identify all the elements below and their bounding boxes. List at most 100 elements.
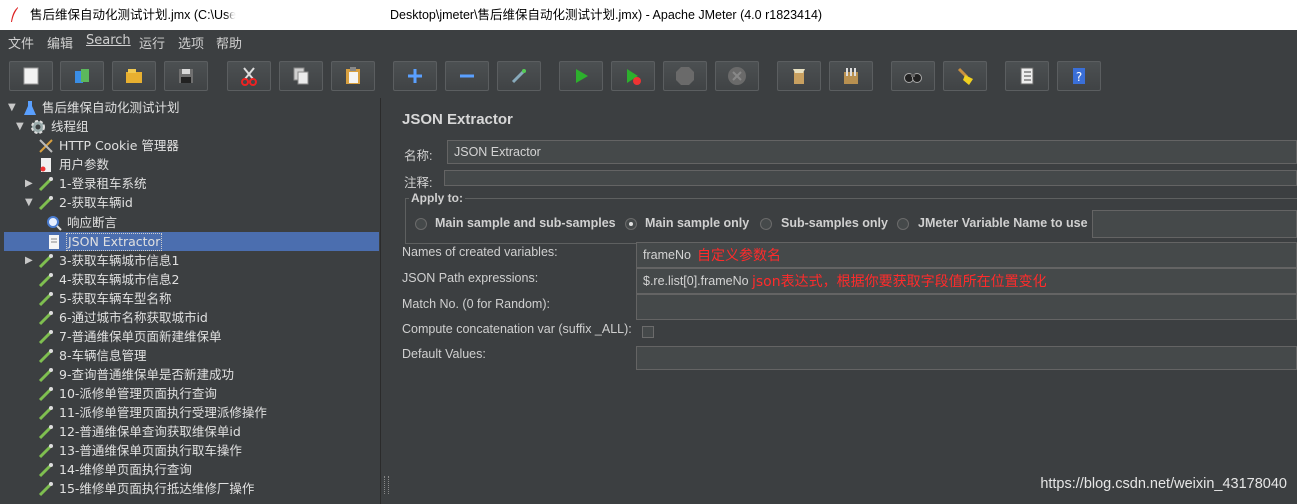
toggle-button[interactable]: [497, 61, 541, 91]
concat-checkbox[interactable]: [642, 326, 654, 338]
copy-button[interactable]: [279, 61, 323, 91]
radio-variable-name-label[interactable]: JMeter Variable Name to use: [918, 216, 1088, 230]
tree-node-sampler-6[interactable]: 6-通过城市名称获取城市id: [0, 308, 370, 327]
redacted-path: [236, 6, 394, 24]
sampler-pipette-icon: [38, 444, 53, 459]
menu-help[interactable]: 帮助: [216, 33, 242, 52]
path-value: $.re.list[0].frameNo: [643, 274, 749, 288]
save-button[interactable]: [164, 61, 208, 91]
new-icon: [21, 66, 41, 86]
tree-node-sampler-9[interactable]: 9-查询普通维保单是否新建成功: [0, 365, 370, 384]
tree-node-user-params[interactable]: 用户参数: [0, 155, 370, 174]
tree-node-sampler-3[interactable]: ▶ 3-获取车辆城市信息1: [0, 251, 370, 270]
open-icon: [124, 66, 144, 86]
menu-options[interactable]: 选项: [178, 33, 204, 52]
cookie-manager-icon: [39, 139, 53, 153]
menu-edit[interactable]: 编辑: [47, 33, 73, 52]
window-title-left: 售后维保自动化测试计划.jmx (C:\User: [30, 8, 241, 22]
cut-button[interactable]: [227, 61, 271, 91]
open-button[interactable]: [112, 61, 156, 91]
reset-search-button[interactable]: [943, 61, 987, 91]
name-field[interactable]: JSON Extractor: [447, 140, 1297, 164]
new-button[interactable]: [9, 61, 53, 91]
expand-icon: [405, 66, 425, 86]
tree-node-sampler-14[interactable]: 14-维修单页面执行查询: [0, 460, 370, 479]
collapse-arrow-icon[interactable]: ▼: [16, 117, 26, 136]
tree-node-thread-group[interactable]: ▼ 线程组: [0, 117, 370, 136]
radio-sub-only[interactable]: [760, 218, 772, 230]
menu-search[interactable]: Search: [86, 33, 131, 48]
expand-arrow-icon[interactable]: ▶: [25, 174, 35, 193]
path-annotation: json表达式，根据你要获取字段值所在位置变化: [752, 274, 1047, 290]
sampler-pipette-icon: [38, 425, 53, 440]
match-field[interactable]: [636, 294, 1297, 320]
test-plan-tree[interactable]: ▼ 售后维保自动化测试计划 ▼ 线程组 HTTP Cookie 管理器 用户参数…: [0, 98, 380, 504]
default-field[interactable]: [636, 346, 1297, 370]
expand-all-button[interactable]: [393, 61, 437, 91]
tree-node-sampler-10[interactable]: 10-派修单管理页面执行查询: [0, 384, 370, 403]
tree-node-sampler-2[interactable]: ▼ 2-获取车辆id: [0, 193, 370, 212]
comment-label: 注释:: [404, 176, 433, 190]
sampler-pipette-icon: [38, 463, 53, 478]
radio-main-only-label[interactable]: Main sample only: [645, 216, 749, 230]
path-label: JSON Path expressions:: [402, 271, 539, 285]
collapse-arrow-icon[interactable]: ▼: [25, 193, 35, 212]
tree-node-sampler-15[interactable]: 15-维修单页面执行抵达维修厂操作: [0, 479, 370, 498]
clear-all-button[interactable]: [829, 61, 873, 91]
sampler-pipette-icon: [38, 196, 53, 211]
menu-run[interactable]: 运行: [139, 33, 165, 52]
tree-node-cookie-manager[interactable]: HTTP Cookie 管理器: [0, 136, 370, 155]
tree-node-response-assertion[interactable]: 响应断言: [0, 213, 370, 232]
menu-file[interactable]: 文件: [8, 33, 34, 52]
sampler-pipette-icon: [38, 387, 53, 402]
paste-icon: [343, 66, 363, 86]
templates-button[interactable]: [60, 61, 104, 91]
sampler-pipette-icon: [38, 292, 53, 307]
stop-button[interactable]: [663, 61, 707, 91]
tree-node-sampler-8[interactable]: 8-车辆信息管理: [0, 346, 370, 365]
sampler-pipette-icon: [38, 406, 53, 421]
expand-arrow-icon[interactable]: ▶: [25, 251, 35, 270]
collapse-icon: [457, 66, 477, 86]
variable-name-field[interactable]: [1092, 210, 1297, 238]
help-button[interactable]: ?: [1057, 61, 1101, 91]
radio-variable-name[interactable]: [897, 218, 909, 230]
collapse-arrow-icon[interactable]: ▼: [8, 98, 18, 117]
shutdown-button[interactable]: [715, 61, 759, 91]
split-pane-divider[interactable]: [380, 98, 391, 504]
tree-node-sampler-12[interactable]: 12-普通维保单查询获取维保单id: [0, 422, 370, 441]
clear-icon: [789, 66, 809, 86]
json-extractor-panel: JSON Extractor 名称: JSON Extractor 注释: Ap…: [391, 98, 1297, 504]
radio-main-only[interactable]: [625, 218, 637, 230]
help-icon: ?: [1069, 66, 1089, 86]
start-no-pauses-icon: [623, 66, 643, 86]
default-label: Default Values:: [402, 347, 486, 361]
names-label: Names of created variables:: [402, 245, 558, 259]
paste-button[interactable]: [331, 61, 375, 91]
tree-node-sampler-4[interactable]: 4-获取车辆城市信息2: [0, 270, 370, 289]
title-bar: 售后维保自动化测试计划.jmx (C:\User Desktop\jmeter\…: [0, 0, 1297, 30]
copy-icon: [291, 66, 311, 86]
radio-sub-only-label[interactable]: Sub-samples only: [781, 216, 888, 230]
radio-main-and-sub[interactable]: [415, 218, 427, 230]
radio-main-and-sub-label[interactable]: Main sample and sub-samples: [435, 216, 616, 230]
tree-node-sampler-11[interactable]: 11-派修单管理页面执行受理派修操作: [0, 403, 370, 422]
tree-node-sampler-5[interactable]: 5-获取车辆车型名称: [0, 289, 370, 308]
tree-node-sampler-7[interactable]: 7-普通维保单页面新建维保单: [0, 327, 370, 346]
tree-node-root[interactable]: ▼ 售后维保自动化测试计划: [0, 98, 370, 117]
tree-node-json-extractor[interactable]: JSON Extractor: [0, 232, 370, 251]
clear-button[interactable]: [777, 61, 821, 91]
search-button[interactable]: [891, 61, 935, 91]
names-value: frameNo: [643, 248, 691, 262]
comment-field[interactable]: [444, 170, 1297, 186]
gear-icon: [31, 120, 45, 134]
tree-node-sampler-13[interactable]: 13-普通维保单页面执行取车操作: [0, 441, 370, 460]
start-button[interactable]: [559, 61, 603, 91]
toolbar: ?: [0, 52, 1297, 98]
collapse-all-button[interactable]: [445, 61, 489, 91]
concat-label: Compute concatenation var (suffix _ALL):: [402, 322, 632, 336]
function-helper-button[interactable]: [1005, 61, 1049, 91]
test-plan-icon: [24, 101, 36, 115]
tree-node-sampler-1[interactable]: ▶ 1-登录租车系统: [0, 174, 370, 193]
start-no-pauses-button[interactable]: [611, 61, 655, 91]
